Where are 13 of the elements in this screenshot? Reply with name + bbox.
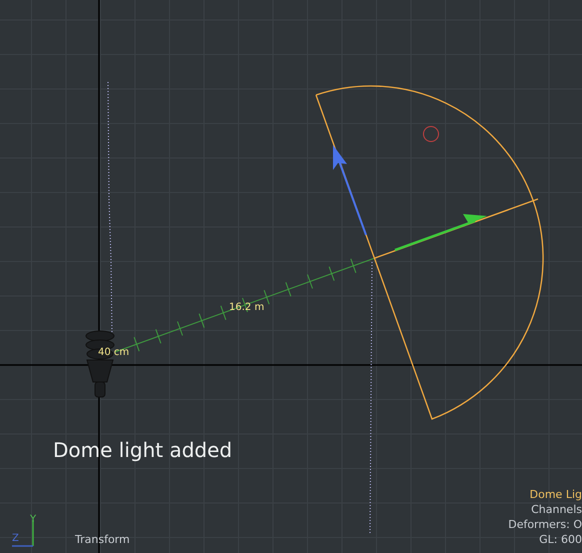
info-label: Deformers: O	[508, 518, 582, 531]
item-name-label: Dome Lig	[530, 488, 582, 501]
axis-label: Y	[30, 515, 36, 525]
measurement-label: 40 cm	[98, 348, 130, 358]
tool-label: Transform	[75, 534, 130, 545]
light-bulb-icon	[86, 330, 114, 398]
measurement-label: 16.2 m	[229, 303, 264, 313]
axis-label: Z	[12, 534, 19, 544]
info-label: GL: 600	[539, 533, 582, 546]
axis-gizmo	[12, 520, 34, 547]
info-label: Channels	[531, 503, 582, 516]
target-circle	[423, 126, 439, 142]
status-message: Dome light added	[53, 440, 232, 460]
